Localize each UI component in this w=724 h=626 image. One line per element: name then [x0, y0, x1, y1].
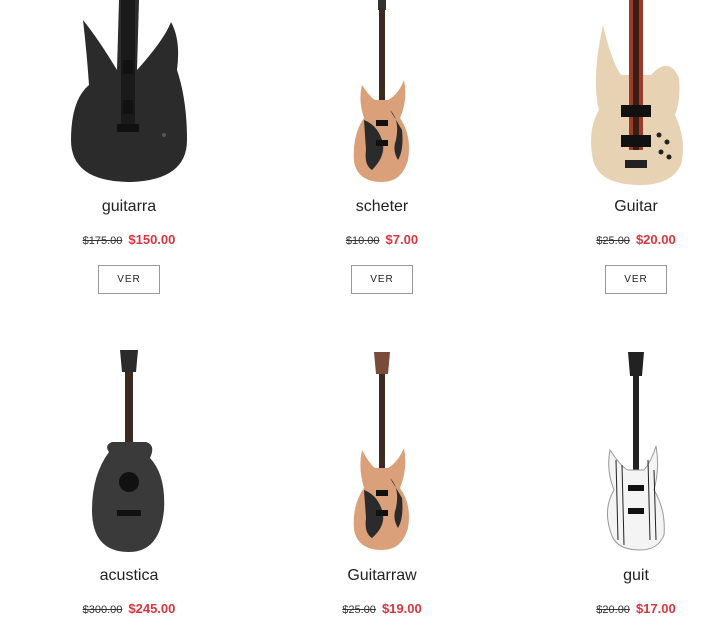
product-prices: $20.00 $17.00 [516, 601, 724, 616]
product-prices: $300.00 $245.00 [9, 601, 249, 616]
product-name[interactable]: guit [516, 567, 724, 585]
product-prices: $175.00 $150.00 [9, 232, 249, 247]
sale-price: $20.00 [635, 232, 676, 247]
product-name[interactable]: Guitarraw [262, 567, 502, 585]
product-card: acustica $300.00 $245.00 [9, 350, 249, 626]
sale-price: $150.00 [128, 232, 176, 247]
product-card: guitarra $175.00 $150.00 VER [9, 0, 249, 300]
product-name[interactable]: Guitar [516, 198, 724, 216]
sale-price: $245.00 [128, 601, 176, 616]
product-grid: guitarra $175.00 $150.00 VER scheter $10.… [0, 0, 724, 626]
acoustic-guitar-image[interactable] [84, 350, 174, 555]
product-prices: $25.00 $19.00 [262, 601, 502, 616]
sale-price: $7.00 [385, 232, 419, 247]
product-prices: $10.00 $7.00 [262, 232, 502, 247]
view-button[interactable]: VER [605, 265, 667, 294]
view-button[interactable]: VER [98, 265, 160, 294]
view-button[interactable]: VER [351, 265, 413, 294]
product-card: Guitar $25.00 $20.00 VER [516, 0, 724, 300]
original-price: $25.00 [342, 604, 376, 616]
original-price: $25.00 [596, 235, 630, 247]
electric-guitar-relic-image[interactable] [342, 0, 422, 185]
electric-guitar-black-image[interactable] [59, 0, 199, 185]
product-card: scheter $10.00 $7.00 VER [262, 0, 502, 300]
product-card: Guitarraw $25.00 $19.00 [262, 350, 502, 626]
sale-price: $17.00 [635, 601, 676, 616]
product-prices: $25.00 $20.00 [516, 232, 724, 247]
original-price: $10.00 [345, 235, 380, 247]
product-card: guit $20.00 $17.00 [516, 350, 724, 626]
bass-guitar-natural-image[interactable] [581, 0, 691, 185]
product-name[interactable]: acustica [9, 567, 249, 585]
original-price: $300.00 [82, 604, 123, 616]
product-name[interactable]: guitarra [9, 198, 249, 216]
electric-guitar-relic-image[interactable] [342, 350, 422, 555]
electric-guitar-white-image[interactable] [596, 350, 676, 555]
sale-price: $19.00 [381, 601, 422, 616]
original-price: $175.00 [82, 235, 123, 247]
original-price: $20.00 [596, 604, 630, 616]
product-name[interactable]: scheter [262, 198, 502, 216]
